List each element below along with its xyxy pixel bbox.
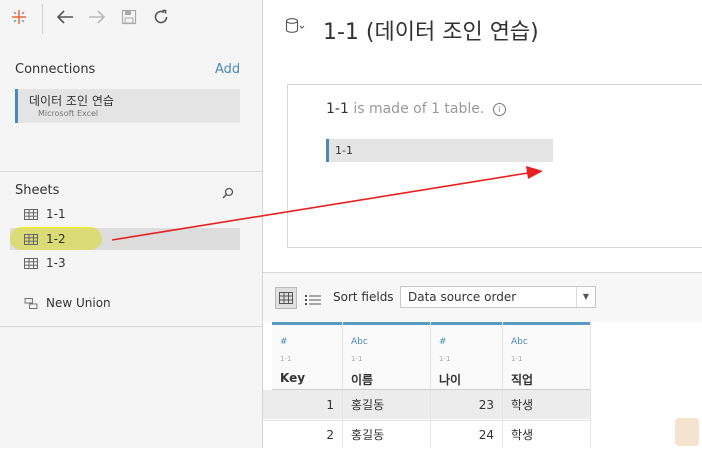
string-type-icon[interactable]: Abc bbox=[351, 337, 368, 347]
sheet-label: 1-2 bbox=[46, 232, 66, 246]
column-age[interactable]: # 1-1 나이 23 24 bbox=[431, 322, 503, 448]
connection-name: 데이터 조인 연습 bbox=[29, 94, 114, 108]
tableau-logo-icon[interactable] bbox=[8, 6, 30, 28]
pane-divider bbox=[0, 171, 262, 172]
datasource-cylinder-icon[interactable] bbox=[285, 17, 305, 39]
column-header[interactable]: # 1-1 Key bbox=[272, 322, 342, 390]
join-canvas: 1-1 (데이터 조인 연습) 1-1 is made of 1 table. … bbox=[263, 0, 702, 272]
sheet-table-icon bbox=[24, 208, 38, 220]
column-header[interactable]: Abc 1-1 직업 bbox=[503, 322, 590, 390]
made-of-text: 1-1 is made of 1 table. i bbox=[326, 101, 506, 117]
toolbar-divider bbox=[42, 4, 43, 34]
mascot-icon bbox=[675, 418, 699, 446]
sort-fields-label: Sort fields bbox=[333, 290, 394, 304]
search-icon[interactable] bbox=[222, 184, 234, 203]
column-source: 1-1 bbox=[439, 355, 451, 363]
list-view-icon[interactable] bbox=[305, 291, 321, 310]
sheet-label: 1-3 bbox=[46, 256, 66, 270]
connection-type: Microsoft Excel bbox=[38, 109, 99, 118]
new-union-item[interactable]: New Union bbox=[10, 292, 240, 314]
sort-fields-value: Data source order bbox=[408, 290, 517, 304]
sheet-item-1-3[interactable]: 1-3 bbox=[10, 252, 240, 274]
made-of-table-name: 1-1 bbox=[326, 101, 349, 117]
cell-key: 1 bbox=[326, 398, 334, 412]
new-union-label: New Union bbox=[46, 296, 111, 310]
column-name: 이름 bbox=[351, 373, 374, 387]
string-type-icon[interactable]: Abc bbox=[511, 337, 528, 347]
connection-item[interactable]: 데이터 조인 연습 Microsoft Excel bbox=[15, 89, 240, 123]
column-key[interactable]: # 1-1 Key 1 2 bbox=[272, 322, 343, 448]
info-icon[interactable]: i bbox=[492, 103, 506, 116]
number-type-icon[interactable]: # bbox=[439, 337, 447, 347]
number-type-icon[interactable]: # bbox=[280, 337, 288, 347]
column-name-col[interactable]: Abc 1-1 이름 홍길동 홍길동 bbox=[343, 322, 431, 448]
column-header[interactable]: Abc 1-1 이름 bbox=[343, 322, 430, 390]
data-grid: # 1-1 Key 1 2 Abc 1-1 이름 홍길동 홍길동 # 1-1 나… bbox=[263, 322, 702, 450]
grid-toolbar: Sort fields Data source order ▼ bbox=[263, 272, 702, 323]
canvas-table-pill[interactable]: 1-1 bbox=[326, 139, 553, 162]
column-job[interactable]: Abc 1-1 직업 학생 학생 bbox=[503, 322, 591, 448]
sheet-item-1-1[interactable]: 1-1 bbox=[10, 203, 240, 225]
column-source: 1-1 bbox=[280, 355, 292, 363]
cell-name: 홍길동 bbox=[351, 428, 385, 442]
sheet-item-1-2[interactable]: 1-2 bbox=[10, 228, 240, 250]
sheet-table-icon bbox=[24, 257, 38, 269]
sheet-table-icon bbox=[24, 233, 38, 245]
grid-view-icon[interactable] bbox=[275, 287, 297, 309]
column-name: Key bbox=[280, 371, 306, 385]
cell-key: 2 bbox=[326, 428, 334, 442]
cell-name: 홍길동 bbox=[351, 398, 385, 412]
chevron-down-icon[interactable]: ▼ bbox=[576, 287, 595, 307]
pane-divider bbox=[0, 326, 262, 327]
sort-fields-select[interactable]: Data source order ▼ bbox=[400, 286, 596, 308]
column-name: 직업 bbox=[511, 373, 534, 387]
forward-arrow-icon[interactable] bbox=[86, 6, 108, 28]
datasource-title[interactable]: 1-1 (데이터 조인 연습) bbox=[323, 14, 539, 46]
back-arrow-icon[interactable] bbox=[54, 6, 76, 28]
made-of-description: is made of 1 table. bbox=[348, 101, 485, 117]
cell-job: 학생 bbox=[511, 398, 534, 412]
save-icon[interactable] bbox=[118, 6, 140, 28]
column-name: 나이 bbox=[439, 373, 462, 387]
join-area[interactable]: 1-1 is made of 1 table. i 1-1 bbox=[287, 84, 702, 248]
cell-age: 24 bbox=[478, 428, 494, 442]
column-source: 1-1 bbox=[511, 355, 523, 363]
column-header[interactable]: # 1-1 나이 bbox=[431, 322, 502, 390]
connections-heading: Connections bbox=[15, 62, 96, 77]
refresh-icon[interactable] bbox=[150, 6, 172, 28]
left-pane: Connections Add 데이터 조인 연습 Microsoft Exce… bbox=[0, 0, 263, 448]
cell-job: 학생 bbox=[511, 428, 534, 442]
union-icon bbox=[24, 297, 38, 309]
column-source: 1-1 bbox=[351, 355, 363, 363]
sheets-heading: Sheets bbox=[15, 183, 60, 198]
sheet-label: 1-1 bbox=[46, 207, 66, 221]
add-connection-link[interactable]: Add bbox=[215, 62, 240, 77]
cell-age: 23 bbox=[478, 398, 494, 412]
